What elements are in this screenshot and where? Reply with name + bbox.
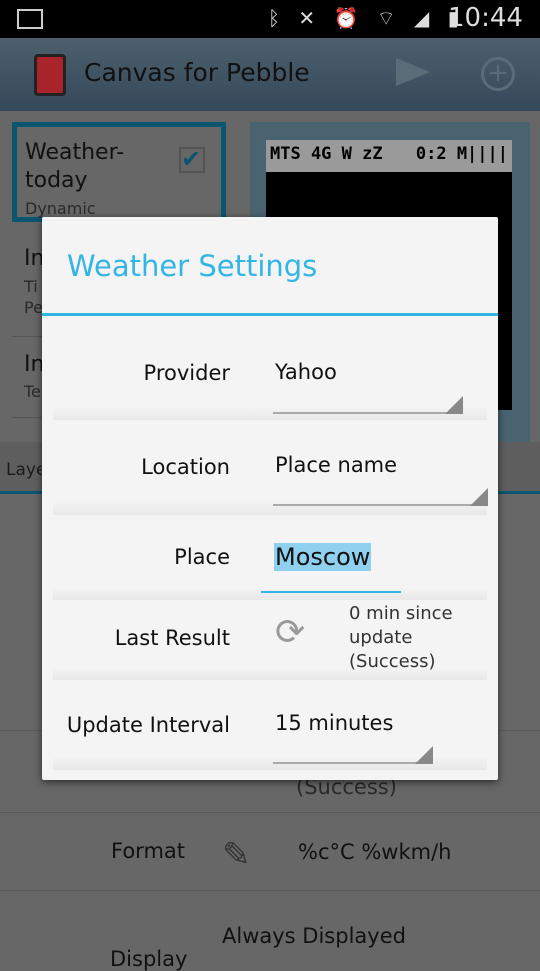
layer-item-selected[interactable]: Weather- today Dynamic ✔ (12, 122, 226, 222)
layer-subtitle: Dynamic (25, 199, 96, 218)
watch-status-bar: MTS 4G W zZ 0:2 M|||| (266, 140, 512, 172)
last-result-value: 0 min since update (Success) (349, 603, 453, 672)
location-spinner[interactable]: Place name (275, 453, 397, 477)
update-interval-label: Update Interval (66, 713, 230, 737)
provider-label: Provider (143, 361, 230, 385)
place-input-value: Moscow (274, 543, 372, 571)
update-interval-row: Update Interval 15 minutes (53, 680, 487, 770)
spinner-underline (273, 762, 433, 764)
last-result-label: Last Result (114, 626, 230, 650)
layer-subtitle: Ti Pe (24, 277, 43, 317)
pencil-icon[interactable]: ✎ (222, 835, 251, 875)
layer-title: Weather- today (25, 140, 125, 193)
format-value: %c°C %wkm/h (298, 840, 452, 864)
place-row: Place Moscow (53, 517, 487, 600)
clock: 10:44 (448, 3, 523, 33)
status-icons: ᛒ ✕ ⏰ ⌔ ◢ ▮ (268, 6, 465, 30)
spinner-underline (273, 412, 463, 414)
location-row: Location Place name (53, 422, 488, 515)
provider-row: Provider Yahoo (53, 330, 487, 420)
location-label: Location (141, 455, 230, 479)
spinner-arrow-icon (415, 746, 433, 764)
spinner-arrow-icon (470, 488, 488, 506)
weather-settings-dialog: Weather Settings Provider Yahoo Location… (42, 217, 498, 780)
tab-layers[interactable]: Laye (6, 460, 46, 480)
last-result-row: Last Result ⟳ 0 min since update (Succes… (53, 600, 487, 680)
send-icon[interactable] (396, 58, 430, 86)
image-icon (17, 9, 43, 29)
app-title: Canvas for Pebble (84, 58, 310, 87)
title-divider (42, 313, 498, 316)
spinner-arrow-icon (445, 396, 463, 414)
watch-status-left: MTS 4G W zZ (270, 144, 383, 164)
display-label: Display (110, 947, 188, 971)
spinner-underline (273, 504, 488, 506)
watch-status-right: 0:2 M|||| (415, 144, 508, 164)
place-input[interactable]: Moscow (261, 529, 401, 593)
provider-spinner[interactable]: Yahoo (275, 360, 337, 384)
dialog-title: Weather Settings (67, 249, 318, 283)
format-label: Format (111, 839, 186, 863)
update-interval-spinner[interactable]: 15 minutes (275, 711, 393, 735)
bg-row-format[interactable]: Format ✎ %c°C %wkm/h (0, 812, 540, 890)
place-label: Place (174, 545, 230, 569)
add-icon[interactable]: + (481, 57, 515, 91)
app-logo-icon[interactable] (34, 54, 66, 96)
refresh-icon[interactable]: ⟳ (275, 612, 305, 653)
layer-subtitle: Te (24, 382, 41, 401)
bg-row-display[interactable]: Always Displayed Display (0, 890, 540, 971)
status-bar: ᛒ ✕ ⏰ ⌔ ◢ ▮ 10:44 (0, 0, 540, 38)
display-value: Always Displayed (222, 924, 406, 948)
layer-checkbox[interactable]: ✔ (179, 147, 205, 173)
